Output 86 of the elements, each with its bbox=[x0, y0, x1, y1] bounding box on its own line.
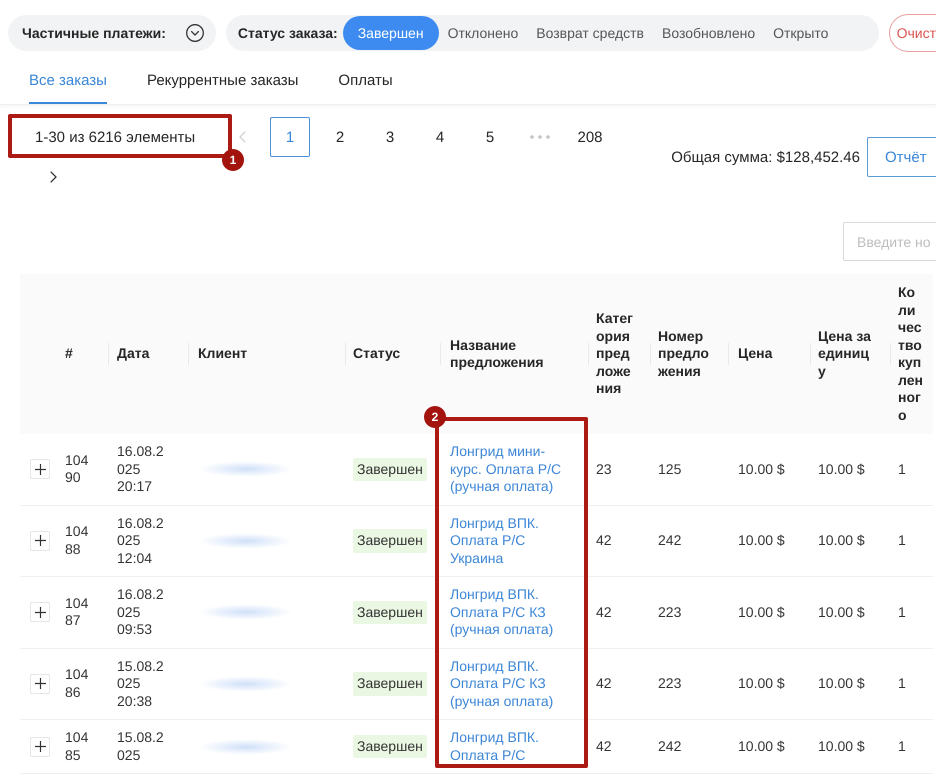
quantity: 1 bbox=[898, 604, 907, 621]
offer-link[interactable]: Лонгрид ВПК. Оплата Р/С КЗ (ручная оплата) bbox=[450, 586, 570, 638]
column-header: Категория предложения bbox=[596, 310, 634, 398]
expand-row-button[interactable] bbox=[30, 602, 50, 622]
offer-number: 242 bbox=[658, 738, 682, 756]
order-date: 15.08.2025 bbox=[117, 729, 165, 764]
category-number: 42 bbox=[596, 675, 613, 692]
expand-row-button[interactable] bbox=[30, 459, 50, 480]
filter-label: Статус заказа: bbox=[238, 25, 338, 41]
plus-icon bbox=[34, 535, 46, 546]
order-number: 10486 bbox=[65, 666, 90, 702]
offer-link[interactable]: Лонгрид ВПК. Оплата Р/С КЗ (ручная оплата) bbox=[450, 658, 570, 710]
column-header: Дата bbox=[117, 345, 150, 363]
clear-button[interactable]: Очист bbox=[888, 14, 936, 52]
offer-number: 242 bbox=[658, 532, 682, 550]
status-tag: Завершен bbox=[353, 529, 427, 552]
item-count: 1-30 из 6216 элементы bbox=[35, 128, 196, 146]
status-option[interactable]: Завершен bbox=[342, 16, 439, 50]
order-date: 16.08.2025 12:04 bbox=[117, 514, 165, 567]
column-header: Цена за единицу bbox=[818, 328, 872, 380]
status-tag: Завершен bbox=[353, 600, 427, 624]
price: 10.00 $ bbox=[738, 532, 786, 550]
expand-row-button[interactable] bbox=[30, 674, 50, 694]
tab[interactable]: Все заказы bbox=[29, 60, 107, 104]
order-date: 16.08.2025 09:53 bbox=[117, 586, 165, 638]
status-option[interactable]: Отклонено bbox=[438, 16, 528, 50]
offer-link[interactable]: Лонгрид мини-курс. Оплата Р/С (ручная оплата) bbox=[450, 443, 570, 496]
category-number: 42 bbox=[596, 738, 613, 756]
offer-link[interactable]: Лонгрид ВПК. Оплата Р/С bbox=[450, 729, 570, 764]
order-number: 10487 bbox=[65, 594, 90, 630]
quantity: 1 bbox=[898, 532, 907, 550]
chevron-down-circle-icon bbox=[186, 24, 204, 42]
price: 10.00 $ bbox=[738, 675, 786, 692]
search-field[interactable]: Введите но bbox=[843, 222, 936, 261]
order-number: 10490 bbox=[65, 452, 90, 487]
column-header: Номер предложения bbox=[658, 328, 710, 380]
plus-icon bbox=[34, 678, 46, 690]
ellipsis-icon bbox=[530, 135, 550, 139]
expand-row-button[interactable] bbox=[30, 736, 50, 756]
price: 10.00 $ bbox=[738, 460, 786, 478]
unit-price: 10.00 $ bbox=[818, 738, 866, 756]
offer-number: 125 bbox=[658, 460, 682, 478]
quantity: 1 bbox=[898, 460, 907, 478]
category-number: 42 bbox=[596, 532, 613, 550]
page-button[interactable]: 1 bbox=[270, 117, 310, 157]
plus-icon bbox=[34, 464, 46, 475]
chevron-right-icon bbox=[50, 171, 56, 183]
unit-price: 10.00 $ bbox=[818, 532, 866, 550]
column-header: Клиент bbox=[198, 345, 248, 363]
offer-number: 223 bbox=[658, 675, 682, 692]
column-header: Название предложения bbox=[450, 336, 545, 372]
status-tag: Завершен bbox=[353, 458, 427, 481]
annotation-badge: 1 bbox=[222, 149, 244, 171]
price: 10.00 $ bbox=[738, 738, 786, 756]
plus-icon bbox=[34, 606, 46, 618]
quantity: 1 bbox=[898, 675, 907, 692]
unit-price: 10.00 $ bbox=[818, 460, 866, 478]
total-sum: Общая сумма: $128,452.46 bbox=[671, 148, 860, 166]
status-option[interactable]: Возврат средств bbox=[527, 16, 653, 50]
expand-row-button[interactable] bbox=[30, 530, 50, 551]
report-button[interactable]: Отчёт bbox=[867, 137, 936, 177]
status-option[interactable]: Открыто bbox=[764, 16, 838, 50]
category-number: 23 bbox=[596, 460, 613, 478]
partial-payments-dropdown[interactable]: Частичные платежи: bbox=[8, 15, 216, 51]
status-option[interactable]: Возобновлено bbox=[652, 16, 764, 50]
column-header: Количество купленного bbox=[898, 284, 923, 424]
status-tag: Завершен bbox=[353, 672, 427, 696]
unit-price: 10.00 $ bbox=[818, 675, 866, 692]
column-header: Цена bbox=[738, 345, 774, 363]
tab[interactable]: Оплаты bbox=[338, 60, 393, 104]
status-tag: Завершен bbox=[353, 734, 427, 758]
order-number: 10488 bbox=[65, 523, 90, 558]
tab[interactable]: Рекуррентные заказы bbox=[146, 60, 298, 104]
column-header: Статус bbox=[353, 345, 402, 363]
column-header: # bbox=[65, 345, 74, 363]
category-number: 42 bbox=[596, 604, 613, 621]
order-number: 10485 bbox=[65, 729, 90, 764]
unit-price: 10.00 $ bbox=[818, 604, 866, 621]
order-date: 16.08.2025 20:17 bbox=[117, 443, 165, 496]
offer-link[interactable]: Лонгрид ВПК. Оплата Р/С Украина bbox=[450, 514, 570, 567]
order-date: 15.08.2025 20:38 bbox=[117, 658, 165, 710]
plus-icon bbox=[34, 741, 46, 752]
price: 10.00 $ bbox=[738, 604, 786, 621]
chevron-left-icon bbox=[238, 131, 246, 143]
offer-number: 223 bbox=[658, 604, 682, 621]
quantity: 1 bbox=[898, 738, 907, 756]
